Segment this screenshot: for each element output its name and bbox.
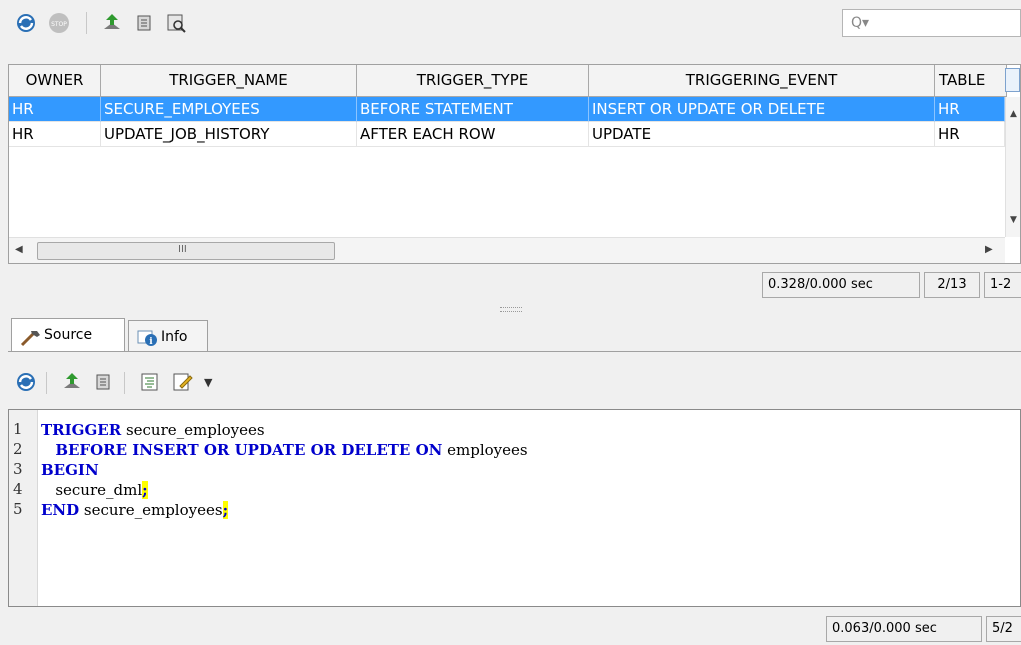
- export-icon[interactable]: [60, 370, 84, 394]
- cell-trigger-name: SECURE_EMPLOYEES: [101, 97, 357, 122]
- code-line: BEFORE INSERT OR UPDATE OR DELETE ON emp…: [55, 441, 528, 459]
- column-header-table[interactable]: TABLE: [935, 65, 1007, 97]
- svg-text:i: i: [149, 337, 153, 347]
- cell-owner: HR: [9, 122, 101, 147]
- freeze-icon[interactable]: [92, 370, 116, 394]
- cell-trigger-type: BEFORE STATEMENT: [357, 97, 589, 122]
- search-icon: Q▾: [851, 15, 870, 31]
- tab-divider: [8, 351, 1021, 352]
- cell-triggering-event: INSERT OR UPDATE OR DELETE: [589, 97, 935, 122]
- chevron-down-icon[interactable]: ▼: [204, 376, 212, 389]
- tab-info-label: Info: [161, 329, 188, 345]
- export-icon[interactable]: [100, 11, 124, 35]
- source-timing: 0.063/0.000 sec: [826, 616, 982, 642]
- scroll-thumb[interactable]: III: [37, 242, 335, 260]
- line-number: 2: [13, 440, 23, 458]
- hammer-icon: [20, 327, 42, 359]
- tab-source-label: Source: [44, 327, 93, 343]
- line-number: 5: [13, 500, 23, 518]
- code-line: BEGIN: [41, 461, 99, 479]
- column-header-triggering-event[interactable]: TRIGGERING_EVENT: [589, 65, 935, 97]
- refresh-icon[interactable]: [14, 370, 38, 394]
- scroll-right-icon[interactable]: ▶: [985, 244, 993, 255]
- query-timing: 0.328/0.000 sec: [762, 272, 920, 298]
- toolbar-separator: [46, 372, 47, 394]
- scroll-left-icon[interactable]: ◀: [15, 244, 23, 255]
- column-header-owner[interactable]: OWNER: [9, 65, 101, 97]
- line-number: 3: [13, 460, 23, 478]
- line-number: 4: [13, 480, 23, 498]
- svg-text:STOP: STOP: [51, 21, 67, 28]
- cell-triggering-event: UPDATE: [589, 122, 935, 147]
- column-header-trigger-type[interactable]: TRIGGER_TYPE: [357, 65, 589, 97]
- line-number: 1: [13, 420, 23, 438]
- refresh-icon[interactable]: [14, 11, 38, 35]
- scroll-up-icon[interactable]: ▲: [1010, 109, 1017, 119]
- toolbar-separator: [124, 372, 125, 394]
- code-line: END secure_employees;: [41, 501, 229, 519]
- toolbar-separator: [86, 12, 87, 34]
- record-position: 2/13: [924, 272, 980, 298]
- edit-icon[interactable]: [170, 370, 194, 394]
- code-line: TRIGGER secure_employees: [41, 421, 265, 439]
- format-icon[interactable]: [138, 370, 162, 394]
- code-line: secure_dml;: [50, 481, 148, 499]
- tab-source[interactable]: Source: [11, 318, 125, 352]
- scroll-down-icon[interactable]: ▼: [1010, 215, 1017, 225]
- source-record-position: 5/2: [986, 616, 1021, 642]
- vertical-scrollbar[interactable]: ▲ ▼: [1005, 97, 1020, 237]
- stop-icon: STOP: [47, 11, 71, 35]
- cell-table: HR: [935, 122, 1005, 147]
- triggers-grid: OWNER TRIGGER_NAME TRIGGER_TYPE TRIGGERI…: [8, 64, 1021, 264]
- cell-owner: HR: [9, 97, 101, 122]
- record-range: 1-2: [984, 272, 1021, 298]
- cell-trigger-name: UPDATE_JOB_HISTORY: [101, 122, 357, 147]
- horizontal-scrollbar[interactable]: ◀ III ▶: [9, 237, 1005, 263]
- search-input[interactable]: Q▾: [842, 9, 1021, 37]
- column-chooser-icon[interactable]: [1005, 68, 1020, 92]
- tab-info[interactable]: i Info: [128, 320, 208, 352]
- cell-trigger-type: AFTER EACH ROW: [357, 122, 589, 147]
- cell-table: HR: [935, 97, 1005, 122]
- splitter-handle[interactable]: [500, 307, 522, 312]
- filter-icon[interactable]: [164, 11, 188, 35]
- column-header-trigger-name[interactable]: TRIGGER_NAME: [101, 65, 357, 97]
- freeze-icon[interactable]: [133, 11, 157, 35]
- info-icon: i: [136, 327, 158, 359]
- code-editor[interactable]: 1 TRIGGER secure_employees 2 BEFORE INSE…: [8, 409, 1021, 607]
